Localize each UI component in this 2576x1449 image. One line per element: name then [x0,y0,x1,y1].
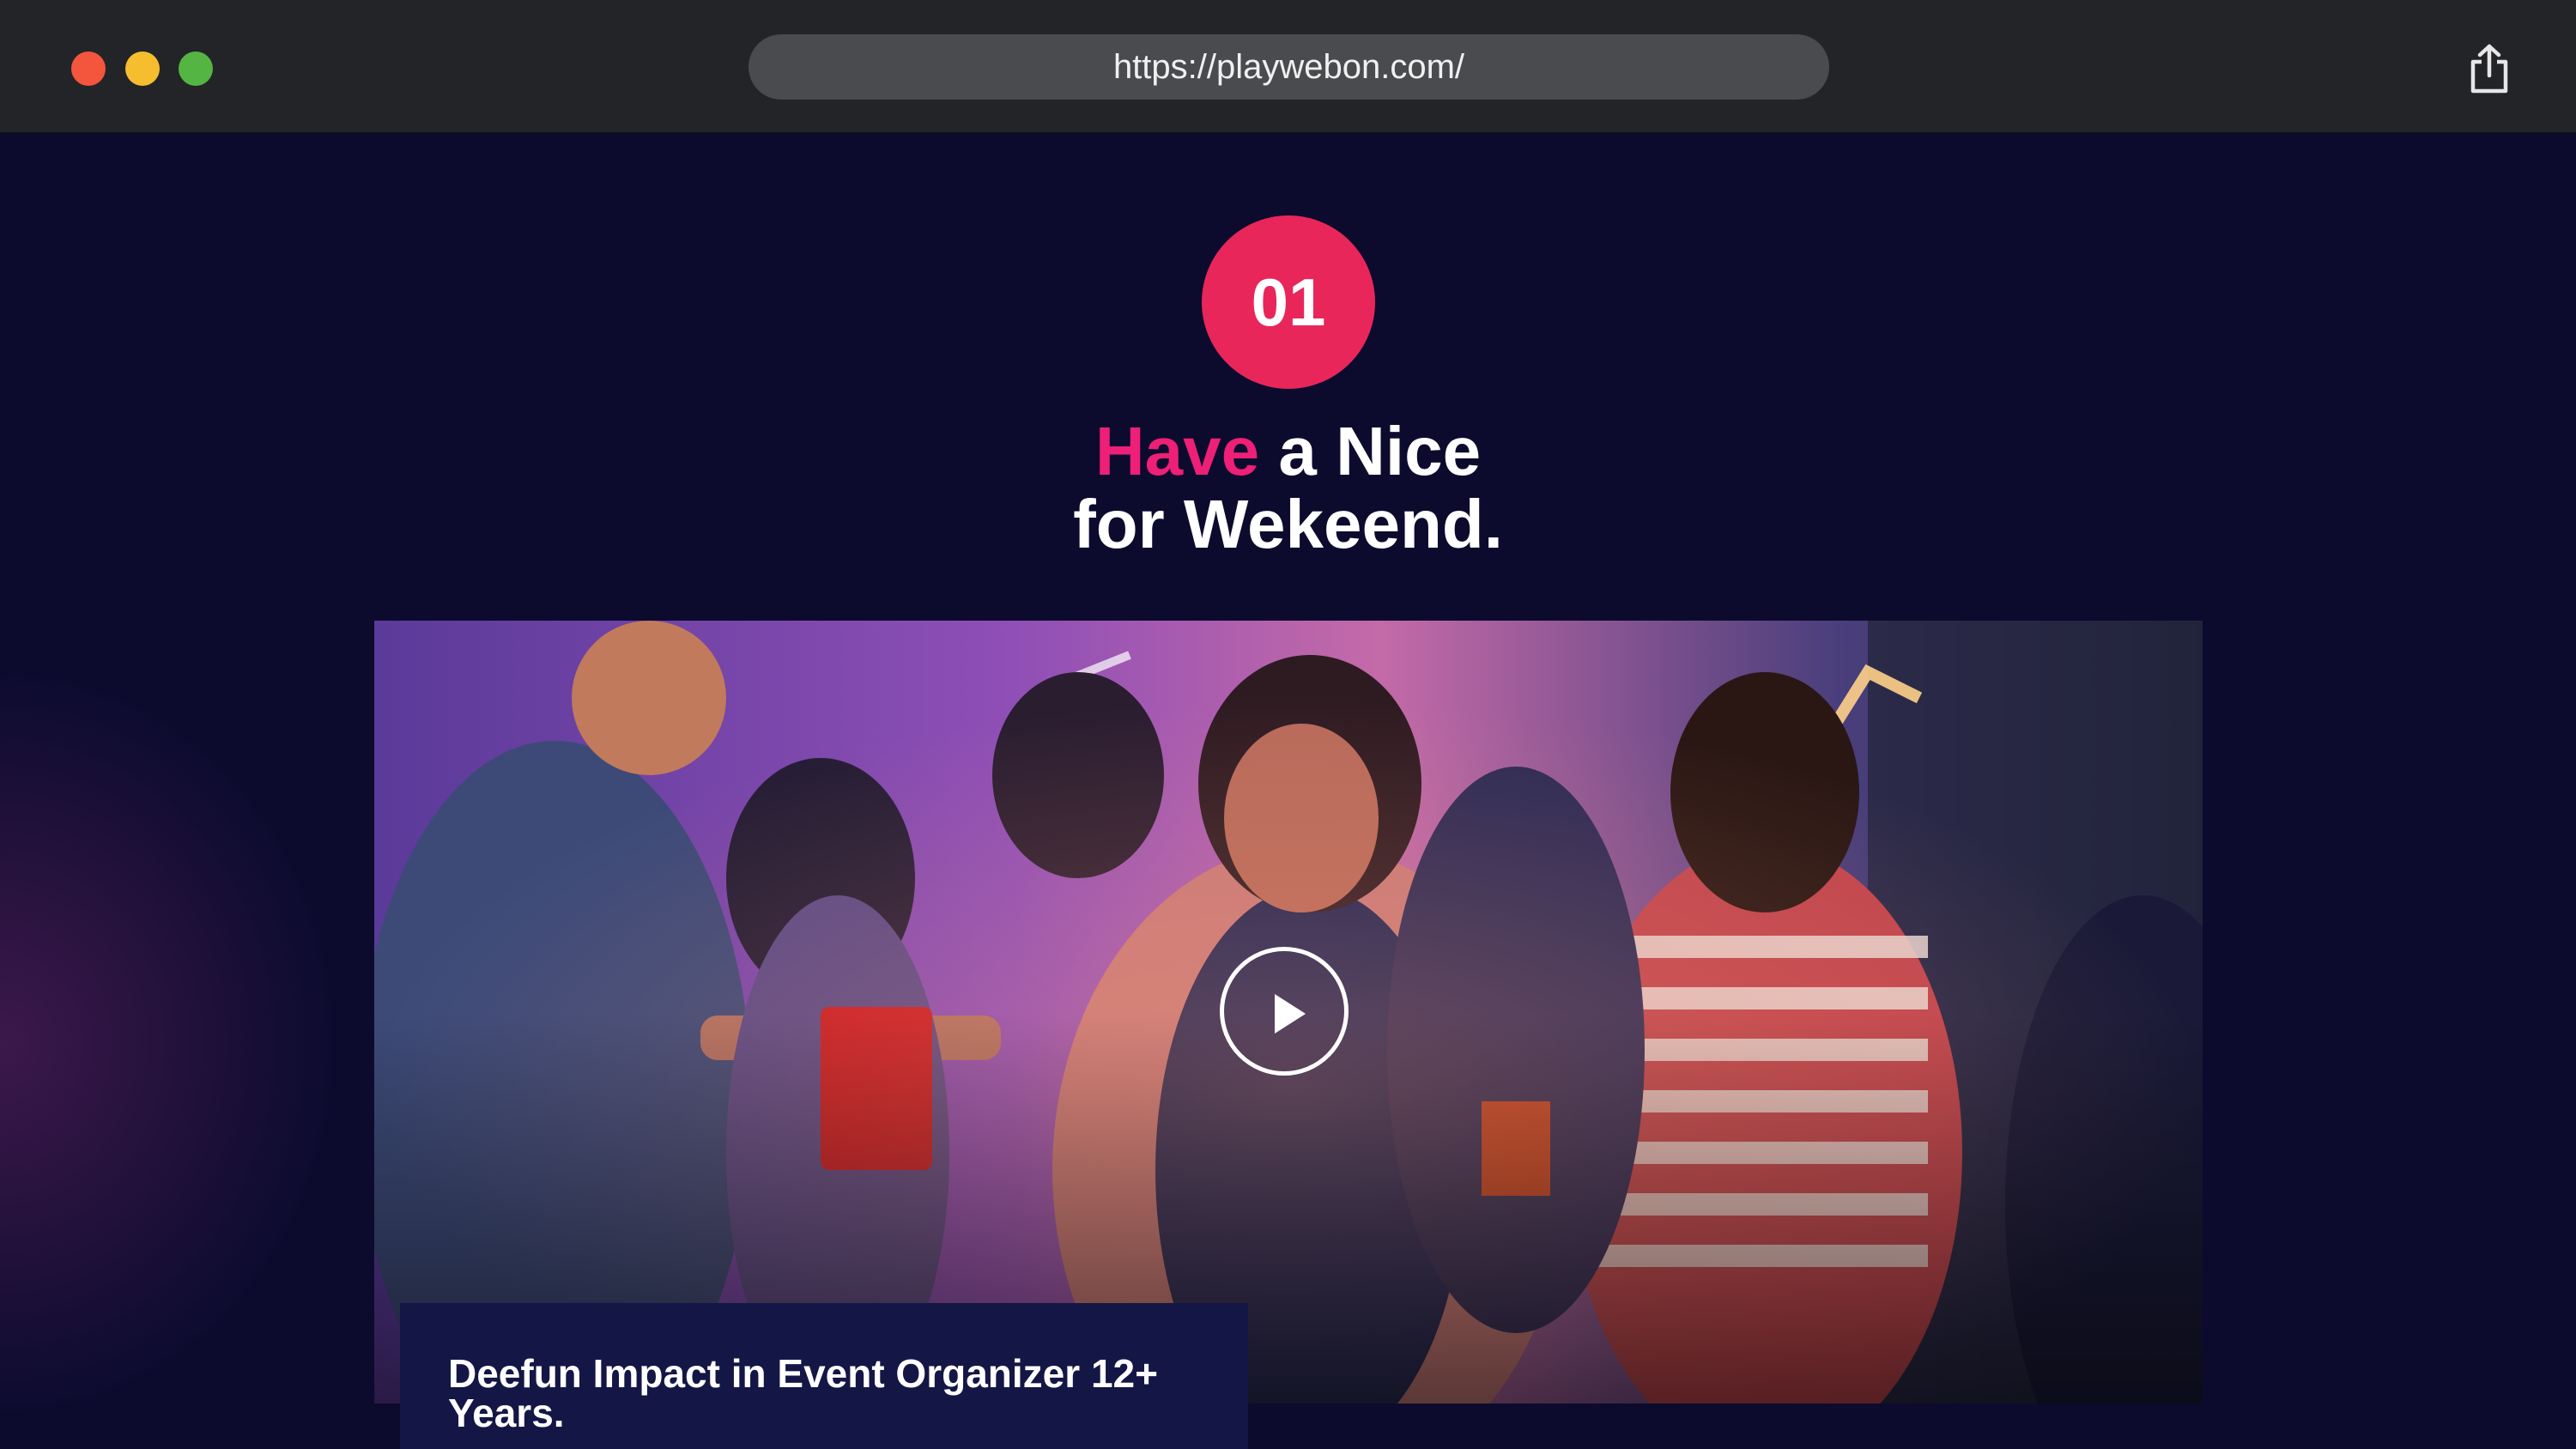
page-content: 01 Have a Nice for Wekeend. Deefun Impac… [0,133,2576,1449]
title-accent: Have [1094,413,1260,489]
hero-video[interactable] [374,621,2203,1404]
caption-box: Deefun Impact in Event Organizer 12+ Yea… [400,1303,1248,1449]
section-number-badge: 01 [1202,215,1375,389]
close-window-button[interactable] [71,52,106,86]
address-bar[interactable]: https://playwebon.com/ [749,34,1829,100]
title-line2: for Wekeend. [1073,486,1503,562]
section-title: Have a Nice for Wekeend. [0,415,2576,561]
play-icon [1275,994,1306,1034]
minimize-window-button[interactable] [125,52,160,86]
play-button[interactable] [1220,947,1349,1076]
title-line1: a Nice [1259,413,1482,489]
caption-text: Deefun Impact in Event Organizer 12+ Yea… [448,1351,1158,1435]
share-icon[interactable] [2465,43,2513,94]
maximize-window-button[interactable] [179,52,213,86]
browser-titlebar: https://playwebon.com/ [0,0,2576,133]
